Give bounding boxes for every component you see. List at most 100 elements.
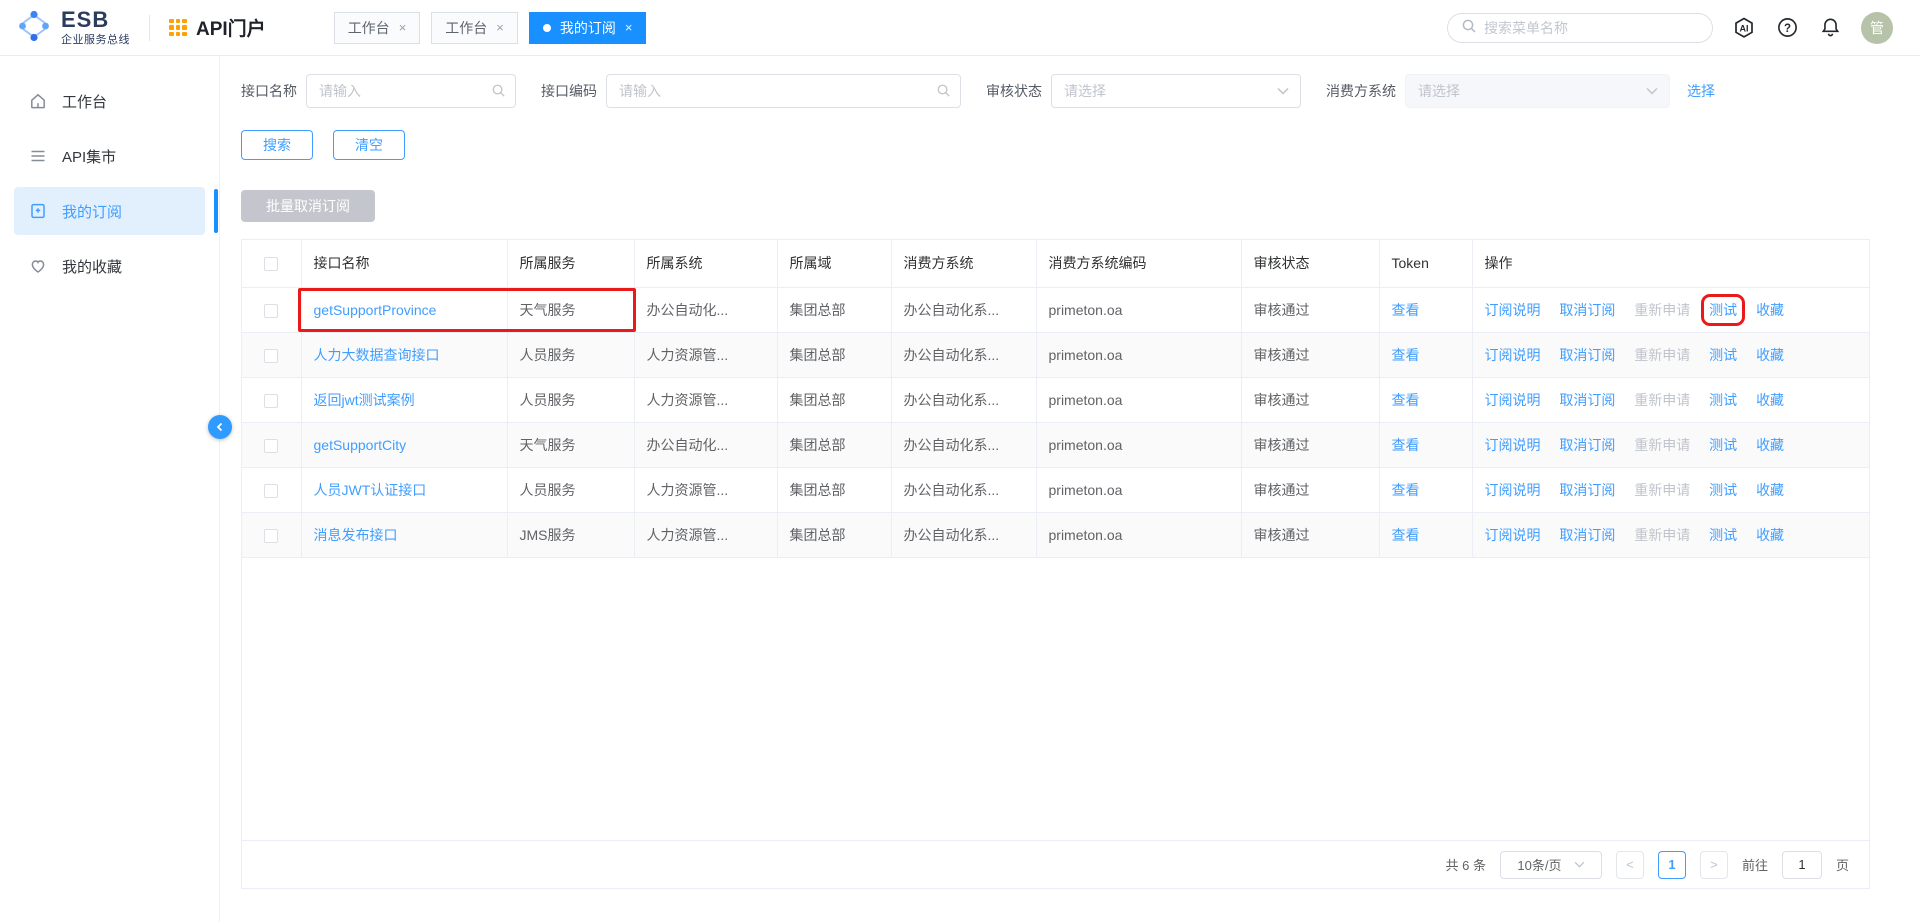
subscription-note-link[interactable]: 订阅说明	[1485, 302, 1541, 318]
row-checkbox[interactable]	[264, 349, 278, 363]
subscription-note-link[interactable]: 订阅说明	[1485, 482, 1541, 498]
row-checkbox[interactable]	[264, 439, 278, 453]
sidebar-item-api-market[interactable]: API集市	[14, 132, 205, 180]
tab-my-subscriptions[interactable]: 我的订阅 ×	[529, 12, 647, 44]
tab-close-icon[interactable]: ×	[496, 20, 504, 35]
api-name-input[interactable]	[306, 74, 516, 108]
reapply-link[interactable]: 重新申请	[1634, 437, 1690, 453]
api-code-input[interactable]	[606, 74, 961, 108]
test-link[interactable]: 测试	[1709, 527, 1737, 543]
cell-consumer-code: primeton.oa	[1036, 467, 1241, 512]
unsubscribe-link[interactable]: 取消订阅	[1559, 482, 1615, 498]
table-row: 人力大数据查询接口 人员服务 人力资源管... 集团总部 办公自动化系... p…	[242, 332, 1869, 377]
consumer-system-select[interactable]: 请选择	[1405, 74, 1670, 108]
current-page-button[interactable]: 1	[1658, 851, 1686, 879]
sidebar-item-my-favorites[interactable]: 我的收藏	[14, 242, 205, 290]
unsubscribe-link[interactable]: 取消订阅	[1559, 347, 1615, 363]
clear-button[interactable]: 清空	[333, 130, 405, 160]
test-link[interactable]: 测试	[1709, 482, 1737, 498]
user-avatar[interactable]: 管	[1861, 12, 1893, 44]
favorite-link[interactable]: 收藏	[1756, 482, 1784, 498]
page-size-select[interactable]: 10条/页	[1500, 851, 1602, 879]
token-view-link[interactable]: 查看	[1392, 302, 1420, 318]
chevron-left-icon	[215, 422, 225, 432]
cell-domain: 集团总部	[777, 422, 891, 467]
menu-search-box[interactable]	[1447, 13, 1713, 43]
token-view-link[interactable]: 查看	[1392, 392, 1420, 408]
table-row: getSupportCity 天气服务 办公自动化... 集团总部 办公自动化系…	[242, 422, 1869, 467]
unsubscribe-link[interactable]: 取消订阅	[1559, 527, 1615, 543]
tab-workbench-2[interactable]: 工作台 ×	[431, 12, 518, 44]
choose-consumer-link[interactable]: 选择	[1687, 81, 1715, 101]
token-view-link[interactable]: 查看	[1392, 482, 1420, 498]
select-all-checkbox[interactable]	[264, 257, 278, 271]
favorite-link[interactable]: 收藏	[1756, 527, 1784, 543]
api-name-link[interactable]: 人力大数据查询接口	[314, 347, 440, 363]
token-view-link[interactable]: 查看	[1392, 437, 1420, 453]
audit-status-select[interactable]: 请选择	[1051, 74, 1301, 108]
subscription-note-link[interactable]: 订阅说明	[1485, 392, 1541, 408]
goto-page-input[interactable]	[1782, 851, 1822, 879]
batch-unsubscribe-button[interactable]: 批量取消订阅	[241, 190, 375, 222]
reapply-link[interactable]: 重新申请	[1634, 392, 1690, 408]
sidebar-item-workbench[interactable]: 工作台	[14, 77, 205, 125]
sidebar-item-my-subscriptions[interactable]: 我的订阅	[14, 187, 205, 235]
pagination-bar: 共 6 条 10条/页 < 1 > 前往 页	[242, 840, 1869, 888]
unsubscribe-link[interactable]: 取消订阅	[1559, 302, 1615, 318]
favorite-link[interactable]: 收藏	[1756, 347, 1784, 363]
test-link[interactable]: 测试	[1709, 302, 1737, 318]
subscription-note-link[interactable]: 订阅说明	[1485, 527, 1541, 543]
cell-service: 人员服务	[507, 332, 634, 377]
reapply-link[interactable]: 重新申请	[1634, 527, 1690, 543]
row-checkbox[interactable]	[264, 484, 278, 498]
cell-system: 人力资源管...	[634, 377, 777, 422]
api-name-link[interactable]: getSupportCity	[314, 437, 407, 453]
api-name-link[interactable]: getSupportProvince	[314, 302, 437, 318]
table-header-row: 接口名称 所属服务 所属系统 所属域 消费方系统 消费方系统编码 审核状态 To…	[242, 240, 1869, 287]
api-name-link[interactable]: 消息发布接口	[314, 527, 398, 543]
subscription-note-link[interactable]: 订阅说明	[1485, 437, 1541, 453]
favorite-link[interactable]: 收藏	[1756, 437, 1784, 453]
table-row: getSupportProvince 天气服务 办公自动化... 集团总部 办公…	[242, 287, 1869, 332]
reapply-link[interactable]: 重新申请	[1634, 482, 1690, 498]
table-body: getSupportProvince 天气服务 办公自动化... 集团总部 办公…	[242, 287, 1869, 557]
tab-close-icon[interactable]: ×	[399, 20, 407, 35]
favorite-link[interactable]: 收藏	[1756, 392, 1784, 408]
row-checkbox[interactable]	[264, 529, 278, 543]
token-view-link[interactable]: 查看	[1392, 347, 1420, 363]
help-icon[interactable]: ?	[1775, 16, 1799, 40]
sidebar-collapse-button[interactable]	[208, 415, 232, 439]
table-row: 人员JWT认证接口 人员服务 人力资源管... 集团总部 办公自动化系... p…	[242, 467, 1869, 512]
filter-label-api-code: 接口编码	[541, 81, 597, 101]
ai-assistant-icon[interactable]: AI	[1732, 16, 1756, 40]
tab-workbench-1[interactable]: 工作台 ×	[334, 12, 421, 44]
column-header-token: Token	[1379, 240, 1472, 287]
cell-actions: 订阅说明 取消订阅 重新申请 测试 收藏	[1472, 422, 1869, 467]
reapply-link[interactable]: 重新申请	[1634, 347, 1690, 363]
api-name-link[interactable]: 人员JWT认证接口	[314, 482, 427, 498]
tab-close-icon[interactable]: ×	[625, 20, 633, 35]
column-header-consumer: 消费方系统	[891, 240, 1036, 287]
prev-page-button[interactable]: <	[1616, 851, 1644, 879]
row-checkbox[interactable]	[264, 394, 278, 408]
column-header-audit-status: 审核状态	[1241, 240, 1379, 287]
unsubscribe-link[interactable]: 取消订阅	[1559, 392, 1615, 408]
api-name-link[interactable]: 返回jwt测试案例	[314, 392, 415, 408]
reapply-link[interactable]: 重新申请	[1634, 302, 1690, 318]
cell-service: 人员服务	[507, 467, 634, 512]
search-button[interactable]: 搜索	[241, 130, 313, 160]
menu-search-input[interactable]	[1484, 20, 1699, 36]
test-link[interactable]: 测试	[1709, 437, 1737, 453]
next-page-button[interactable]: >	[1700, 851, 1728, 879]
column-header-service: 所属服务	[507, 240, 634, 287]
row-checkbox[interactable]	[264, 304, 278, 318]
token-view-link[interactable]: 查看	[1392, 527, 1420, 543]
unsubscribe-link[interactable]: 取消订阅	[1559, 437, 1615, 453]
notification-bell-icon[interactable]	[1818, 16, 1842, 40]
cell-service: 天气服务	[507, 422, 634, 467]
test-link[interactable]: 测试	[1709, 347, 1737, 363]
portal-grid-icon	[169, 19, 187, 37]
favorite-link[interactable]: 收藏	[1756, 302, 1784, 318]
subscription-note-link[interactable]: 订阅说明	[1485, 347, 1541, 363]
test-link[interactable]: 测试	[1709, 392, 1737, 408]
